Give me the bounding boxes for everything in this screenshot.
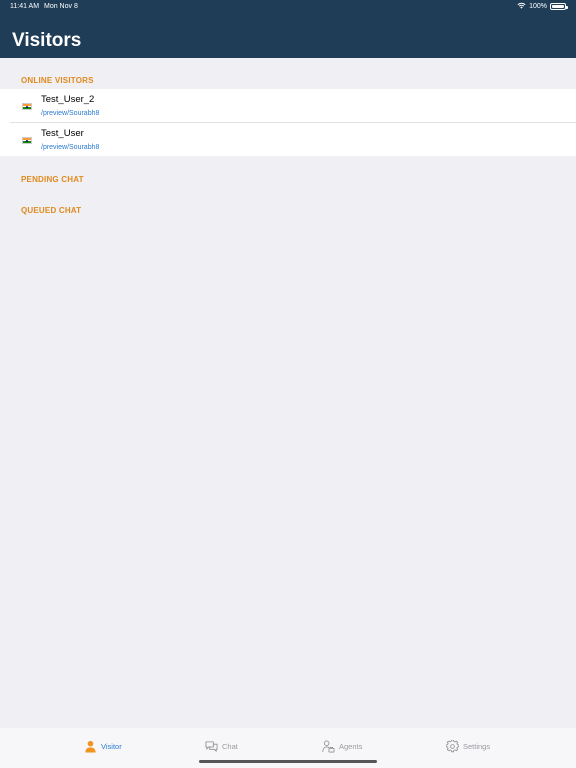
battery-percentage: 100% <box>529 3 547 10</box>
home-indicator <box>199 760 377 763</box>
tab-agents[interactable]: Agents <box>322 739 362 753</box>
visitor-path: /preview/Sourabh8 <box>41 144 100 151</box>
tab-settings[interactable]: Settings <box>446 739 490 753</box>
battery-icon <box>550 3 568 10</box>
person-icon <box>84 740 97 753</box>
page-title: Visitors <box>12 30 82 51</box>
tab-label: Agents <box>339 741 363 751</box>
visitor-row[interactable]: Test_User /preview/Sourabh8 <box>0 123 576 156</box>
tab-label: Chat <box>222 741 238 751</box>
gear-icon <box>446 739 459 753</box>
section-header-online-visitors: ONLINE VISITORS <box>21 76 94 85</box>
agents-icon <box>322 740 335 753</box>
tab-label: Settings <box>463 741 491 751</box>
visitor-path: /preview/Sourabh8 <box>41 110 100 117</box>
wifi-icon <box>517 2 526 11</box>
tab-chat[interactable]: Chat <box>205 739 238 753</box>
online-visitors-list: Test_User_2 /preview/Sourabh8 Test_User … <box>0 89 576 156</box>
tab-visitor[interactable]: Visitor <box>84 739 122 753</box>
status-time: 11:41 AM <box>10 3 40 10</box>
visitor-name: Test_User_2 <box>41 94 95 105</box>
india-flag-icon <box>22 103 32 110</box>
visitor-row[interactable]: Test_User_2 /preview/Sourabh8 <box>0 89 576 123</box>
section-header-queued-chat: QUEUED CHAT <box>21 206 82 215</box>
status-date: Mon Nov 8 <box>44 3 78 10</box>
navigation-bar: 11:41 AM Mon Nov 8 100% Visitors <box>0 0 576 58</box>
chat-bubbles-icon <box>205 740 218 753</box>
india-flag-icon <box>22 137 32 144</box>
visitor-name: Test_User <box>41 128 84 139</box>
section-header-pending-chat: PENDING CHAT <box>21 175 84 184</box>
status-indicators: 100% <box>517 2 568 11</box>
status-bar: 11:41 AM Mon Nov 8 100% <box>0 0 576 14</box>
tab-label: Visitor <box>101 741 122 751</box>
